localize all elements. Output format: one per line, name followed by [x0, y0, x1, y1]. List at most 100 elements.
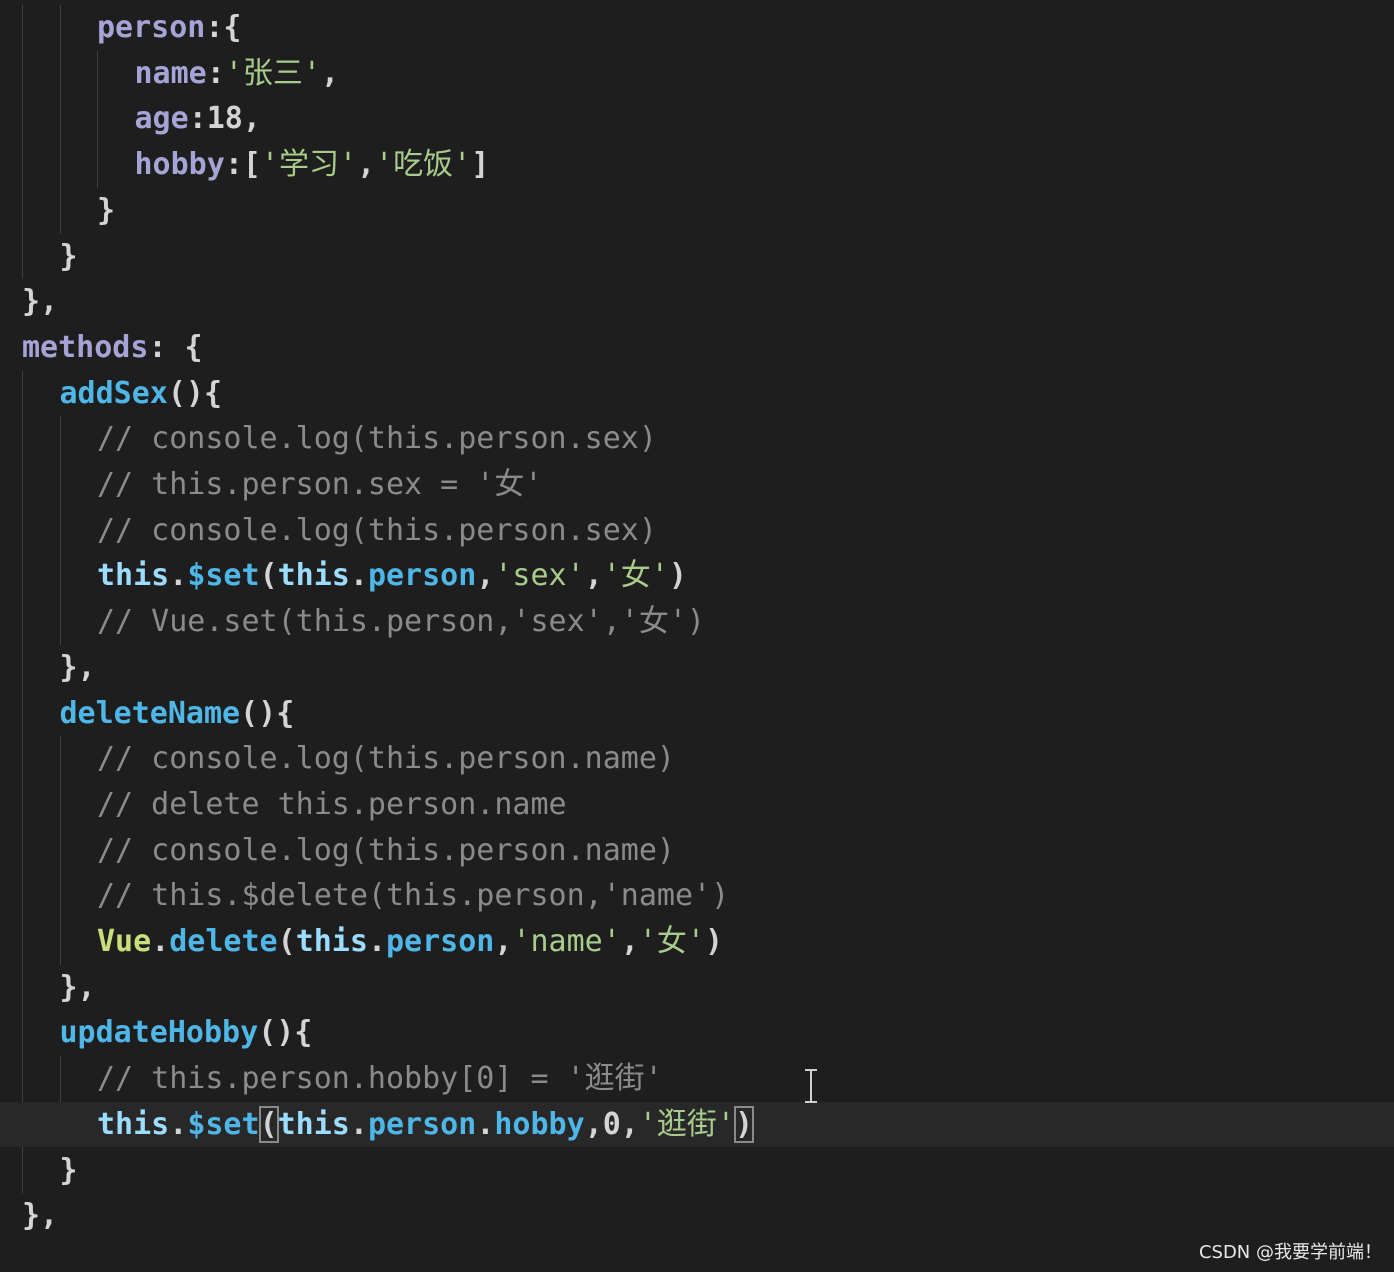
code-token-punct: , — [584, 558, 603, 594]
code-token-punct: . — [367, 924, 386, 959]
code-token-punct: ) — [668, 558, 687, 594]
code-line[interactable]: // this.person.sex = '女' — [0, 462, 1394, 508]
code-token-punct: : { — [148, 329, 203, 365]
code-line[interactable]: age:18, — [0, 96, 1394, 142]
code-token-punct: ) — [733, 1105, 755, 1143]
code-token-punct: , — [357, 147, 376, 183]
code-token-comment: // this.$delete(this.person,'name') — [97, 878, 730, 914]
text-cursor-ibeam-icon — [805, 1069, 817, 1103]
code-token-punct: ( — [259, 558, 278, 594]
code-token-property: name — [134, 55, 207, 91]
code-token-comment: // console.log(this.person.name) — [97, 741, 675, 777]
code-token-punct: , — [494, 924, 513, 959]
code-token-punct: . — [349, 1106, 368, 1142]
code-token-punct: }, — [22, 284, 59, 320]
code-line[interactable]: // console.log(this.person.sex) — [0, 416, 1394, 462]
code-token-string: '女' — [638, 924, 705, 959]
code-token-vue: Vue — [97, 924, 152, 959]
code-token-string: 'name' — [512, 924, 621, 959]
code-token-string: '张三' — [224, 55, 321, 91]
code-token-this: this — [97, 558, 170, 594]
code-token-function: deleteName — [59, 695, 241, 731]
code-token-punct: , — [320, 55, 339, 91]
code-line[interactable]: // console.log(this.person.name) — [0, 828, 1394, 874]
code-token-punct: : — [206, 55, 225, 91]
code-line[interactable]: methods: { — [0, 325, 1394, 371]
code-token-member: person — [367, 1106, 477, 1142]
code-line[interactable]: Vue.delete(this.person,'name','女') — [0, 919, 1394, 965]
code-token-punct: ,0, — [584, 1106, 639, 1142]
code-line[interactable]: name:'张三', — [0, 51, 1394, 97]
code-token-comment: // console.log(this.person.name) — [97, 832, 675, 868]
code-line[interactable]: }, — [0, 645, 1394, 691]
code-token-member: hobby — [494, 1106, 585, 1142]
code-token-punct: ( — [277, 924, 296, 959]
code-line[interactable]: // delete this.person.name — [0, 782, 1394, 828]
code-line[interactable]: person:{ — [0, 5, 1394, 51]
code-line[interactable]: // Vue.set(this.person,'sex','女') — [0, 599, 1394, 645]
code-token-comment: // this.person.sex = '女' — [97, 467, 543, 502]
code-line[interactable]: // console.log(this.person.sex) — [0, 508, 1394, 554]
code-line[interactable]: }, — [0, 279, 1394, 325]
code-line[interactable]: hobby:['学习','吃饭'] — [0, 142, 1394, 188]
code-line[interactable]: }, — [0, 1193, 1394, 1239]
code-token-comment: // console.log(this.person.sex) — [97, 512, 657, 548]
code-line[interactable]: updateHobby(){ — [0, 1010, 1394, 1056]
code-line[interactable]: deleteName(){ — [0, 691, 1394, 737]
code-token-punct: . — [349, 558, 368, 594]
code-line[interactable]: // this.person.hobby[0] = '逛街' — [0, 1056, 1394, 1102]
code-token-punct: :{ — [205, 10, 242, 45]
code-line[interactable]: this.$set(this.person.hobby,0,'逛街') — [0, 1101, 1394, 1148]
code-token-punct: . — [151, 924, 170, 959]
code-token-punct: , — [620, 924, 639, 959]
code-token-punct: (){ — [240, 695, 295, 731]
code-line[interactable]: addSex(){ — [0, 371, 1394, 417]
code-line[interactable]: }, — [0, 965, 1394, 1011]
code-token-member: $set — [187, 558, 260, 594]
code-token-punct: (){ — [258, 1015, 313, 1051]
code-token-punct: } — [59, 1152, 78, 1188]
code-token-member: person — [367, 558, 477, 594]
code-token-punct: ] — [471, 147, 490, 183]
code-token-comment: // this.person.hobby[0] = '逛街' — [97, 1061, 663, 1097]
code-token-this: this — [277, 558, 350, 594]
code-token-property: hobby — [134, 147, 225, 183]
csdn-watermark: CSDN @我要学前端！ — [1198, 1242, 1382, 1263]
code-token-punct: , — [476, 558, 495, 594]
code-line[interactable]: // console.log(this.person.name) — [0, 736, 1394, 782]
code-token-this: this — [295, 924, 368, 959]
code-token-function: addSex — [59, 375, 168, 411]
code-token-function: updateHobby — [59, 1015, 259, 1051]
code-token-member: delete — [169, 924, 278, 959]
code-token-comment: // Vue.set(this.person,'sex','女') — [97, 604, 705, 640]
code-token-punct: . — [169, 558, 188, 594]
code-token-punct: ( — [258, 1105, 279, 1143]
code-line[interactable]: } — [0, 188, 1394, 234]
code-token-punct: }, — [22, 1198, 59, 1234]
code-token-property: methods — [22, 329, 149, 365]
code-line[interactable]: } — [0, 1148, 1394, 1194]
code-token-this: this — [277, 1106, 350, 1142]
code-token-punct: ) — [705, 924, 724, 959]
code-token-string: '学习' — [260, 147, 358, 183]
code-token-punct: :18, — [188, 101, 261, 137]
code-token-punct: :[ — [224, 147, 261, 183]
code-line[interactable]: // this.$delete(this.person,'name') — [0, 873, 1394, 919]
code-line[interactable]: } — [0, 234, 1394, 280]
code-editor[interactable]: person:{name:'张三', age:18, hobby:['学习','吃饭… — [0, 0, 1394, 1272]
code-token-property: person — [97, 10, 206, 45]
code-token-property: age — [134, 101, 189, 137]
code-token-string: '女' — [602, 558, 669, 594]
code-token-member: person — [386, 924, 495, 959]
code-line[interactable]: this.$set(this.person,'sex','女') — [0, 553, 1394, 599]
code-token-punct: . — [169, 1106, 188, 1142]
code-token-punct: } — [59, 238, 78, 274]
code-token-comment: // console.log(this.person.sex) — [97, 421, 657, 457]
code-token-punct: } — [97, 192, 116, 228]
code-token-string: 'sex' — [494, 558, 585, 594]
code-token-string: '吃饭' — [375, 147, 472, 183]
code-token-punct: (){ — [167, 375, 223, 411]
code-token-punct: }, — [59, 969, 96, 1005]
code-token-string: '逛街' — [638, 1106, 735, 1142]
code-token-this: this — [97, 1106, 170, 1142]
